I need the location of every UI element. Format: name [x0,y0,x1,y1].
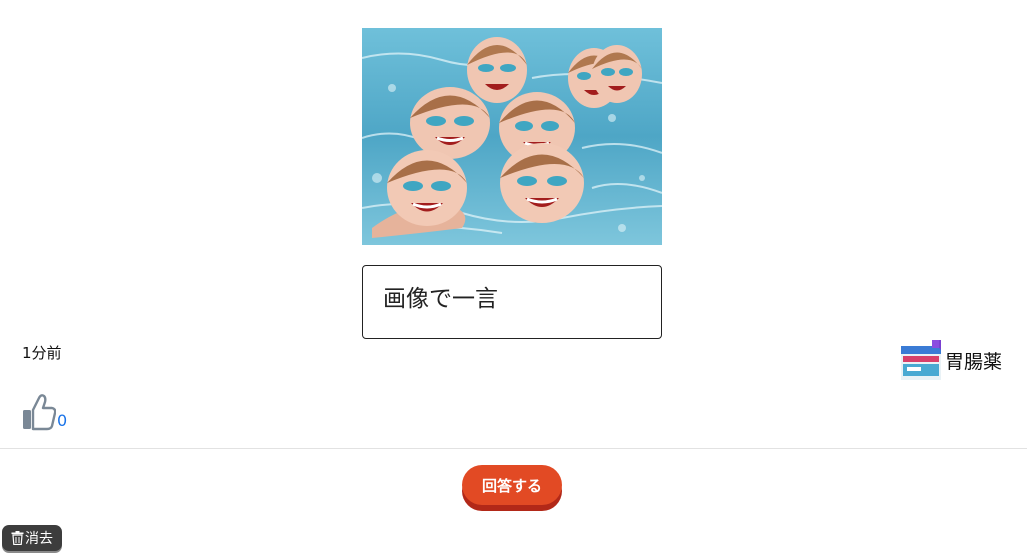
thumbs-up-icon [23,394,56,431]
post-time: 1分前 [22,344,62,362]
answer-button[interactable]: 回答する [462,465,562,505]
caption-text: 画像で一言 [383,286,498,312]
swimmers-photo-graphic [362,28,662,245]
like-button[interactable]: 0 [22,393,67,431]
medicine-box-avatar-icon [900,340,941,380]
page: 画像で一言 1分前 胃腸薬 0 回答する 消去 [0,0,1027,557]
poster-user[interactable]: 胃腸薬 [900,340,1002,380]
delete-button[interactable]: 消去 [2,525,62,551]
like-count: 0 [57,411,68,430]
divider [0,448,1027,449]
caption-box[interactable]: 画像で一言 [362,265,662,339]
user-name: 胃腸薬 [944,350,1002,373]
post-photo [362,28,662,245]
trash-icon [11,531,24,545]
delete-label: 消去 [25,531,53,547]
